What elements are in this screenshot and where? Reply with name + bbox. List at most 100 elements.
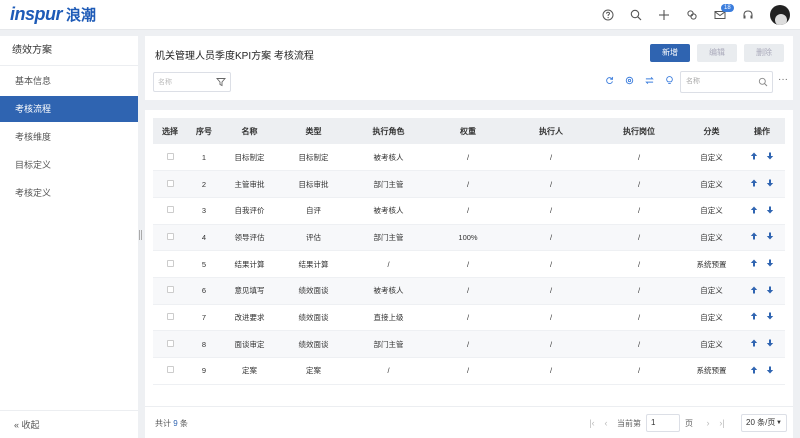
move-up-icon[interactable] [750,206,758,216]
page-number-input[interactable]: 1 [646,414,680,432]
move-down-icon[interactable] [766,152,774,162]
pagination: |‹ ‹ 当前第 1 页 › ›| 20 条/页 ▼ [585,414,787,432]
next-page-icon[interactable]: › [701,418,715,428]
resize-handle[interactable] [139,230,142,240]
add-icon[interactable] [650,0,678,30]
cell-type: 目标审批 [278,170,349,198]
collapse-button[interactable]: « 收起 [0,410,138,438]
search-icon[interactable] [758,77,768,87]
sidebar-item-review-definition[interactable]: 考核定义 [0,180,138,206]
settings-icon[interactable] [625,76,634,85]
move-down-icon[interactable] [766,286,774,296]
table-row[interactable]: 7 改进要求 绩效面谈 直接上级 / / / 自定义 [153,304,785,332]
cell-no: 7 [187,304,221,332]
row-checkbox[interactable] [166,152,174,160]
row-checkbox[interactable] [166,366,174,374]
cell-executor: / [508,250,594,278]
row-checkbox[interactable] [166,206,174,214]
filter-icon[interactable] [216,77,226,87]
col-header-role: 执行角色 [349,118,428,144]
cell-executor: / [508,304,594,332]
table-row[interactable]: 2 主管审批 目标审批 部门主管 / / / 自定义 [153,170,785,198]
table-row[interactable]: 9 定案 定案 / / / / 系统预置 [153,357,785,385]
new-button[interactable]: 新增 [650,44,690,62]
move-down-icon[interactable] [766,232,774,242]
help-icon[interactable] [594,0,622,30]
section-divider [145,100,793,110]
move-up-icon[interactable] [750,152,758,162]
last-page-icon[interactable]: ›| [715,418,729,428]
page-suffix: 页 [685,418,693,428]
move-up-icon[interactable] [750,312,758,322]
name-filter-input[interactable]: 名称 [153,72,231,92]
cell-type: 目标制定 [278,144,349,172]
table-row[interactable]: 8 面谈审定 绩效面谈 部门主管 / / / 自定义 [153,330,785,358]
table-row[interactable]: 5 结果计算 结果计算 / / / / 系统预置 [153,250,785,278]
cell-name: 目标制定 [221,144,278,172]
lightbulb-icon[interactable] [665,76,674,85]
move-up-icon[interactable] [750,286,758,296]
col-header-executor: 执行人 [508,118,594,144]
move-down-icon[interactable] [766,259,774,269]
sidebar-item-review-process[interactable]: 考核流程 [0,96,138,122]
sidebar-item-basic-info[interactable]: 基本信息 [0,68,138,94]
move-up-icon[interactable] [750,179,758,189]
move-down-icon[interactable] [766,339,774,349]
row-checkbox[interactable] [166,179,174,187]
cell-post: / [594,357,684,385]
swap-icon[interactable] [645,76,654,85]
first-page-icon[interactable]: |‹ [585,418,599,428]
sidebar-item-goal-definition[interactable]: 目标定义 [0,152,138,178]
cell-name: 面谈审定 [221,330,278,358]
move-down-icon[interactable] [766,312,774,322]
table-row[interactable]: 3 自我评价 自评 被考核人 / / / 自定义 [153,197,785,225]
page-size-select[interactable]: 20 条/页 ▼ [741,414,787,432]
delete-button[interactable]: 删除 [744,44,784,62]
move-up-icon[interactable] [750,339,758,349]
move-up-icon[interactable] [750,259,758,269]
more-icon[interactable]: ··· [778,74,788,85]
row-actions [739,224,785,252]
row-actions [739,277,785,305]
row-actions [739,144,785,172]
headset-icon[interactable] [734,0,762,30]
move-down-icon[interactable] [766,206,774,216]
cell-weight: / [428,250,508,278]
search-icon[interactable] [622,0,650,30]
cell-executor: / [508,357,594,385]
row-actions [739,304,785,332]
row-actions [739,250,785,278]
cell-category: 自定义 [684,170,739,198]
double-chevron-left-icon: « [14,420,20,430]
move-down-icon[interactable] [766,179,774,189]
cell-name: 自我评价 [221,197,278,225]
sidebar-title: 绩效方案 [0,36,138,66]
cell-role: 被考核人 [349,144,428,172]
row-checkbox[interactable] [166,259,174,267]
row-checkbox[interactable] [166,339,174,347]
cell-weight: / [428,197,508,225]
refresh-icon[interactable] [605,76,614,85]
mail-icon[interactable]: 18 [706,0,734,30]
filter-placeholder: 名称 [158,79,172,86]
cell-name: 主管审批 [221,170,278,198]
cell-no: 6 [187,277,221,305]
table-footer: 共计 9 条 |‹ ‹ 当前第 1 页 › ›| 20 条/页 ▼ [145,406,793,438]
logo[interactable]: inspur 浪潮 [10,4,96,25]
move-down-icon[interactable] [766,366,774,376]
edit-button[interactable]: 编辑 [697,44,737,62]
prev-page-icon[interactable]: ‹ [599,418,613,428]
move-up-icon[interactable] [750,232,758,242]
avatar[interactable] [770,5,790,25]
sidebar-item-review-dimension[interactable]: 考核维度 [0,124,138,150]
search-input[interactable]: 名称 [680,71,773,93]
row-checkbox[interactable] [166,286,174,294]
move-up-icon[interactable] [750,366,758,376]
cell-role: 被考核人 [349,277,428,305]
table-row[interactable]: 6 意见填写 绩效面谈 被考核人 / / / 自定义 [153,277,785,305]
table-row[interactable]: 4 领导评估 评估 部门主管 100% / / 自定义 [153,224,785,252]
row-checkbox[interactable] [166,312,174,320]
apps-icon[interactable] [678,0,706,30]
row-checkbox[interactable] [166,232,174,240]
table-row[interactable]: 1 目标制定 目标制定 被考核人 / / / 自定义 [153,144,785,172]
